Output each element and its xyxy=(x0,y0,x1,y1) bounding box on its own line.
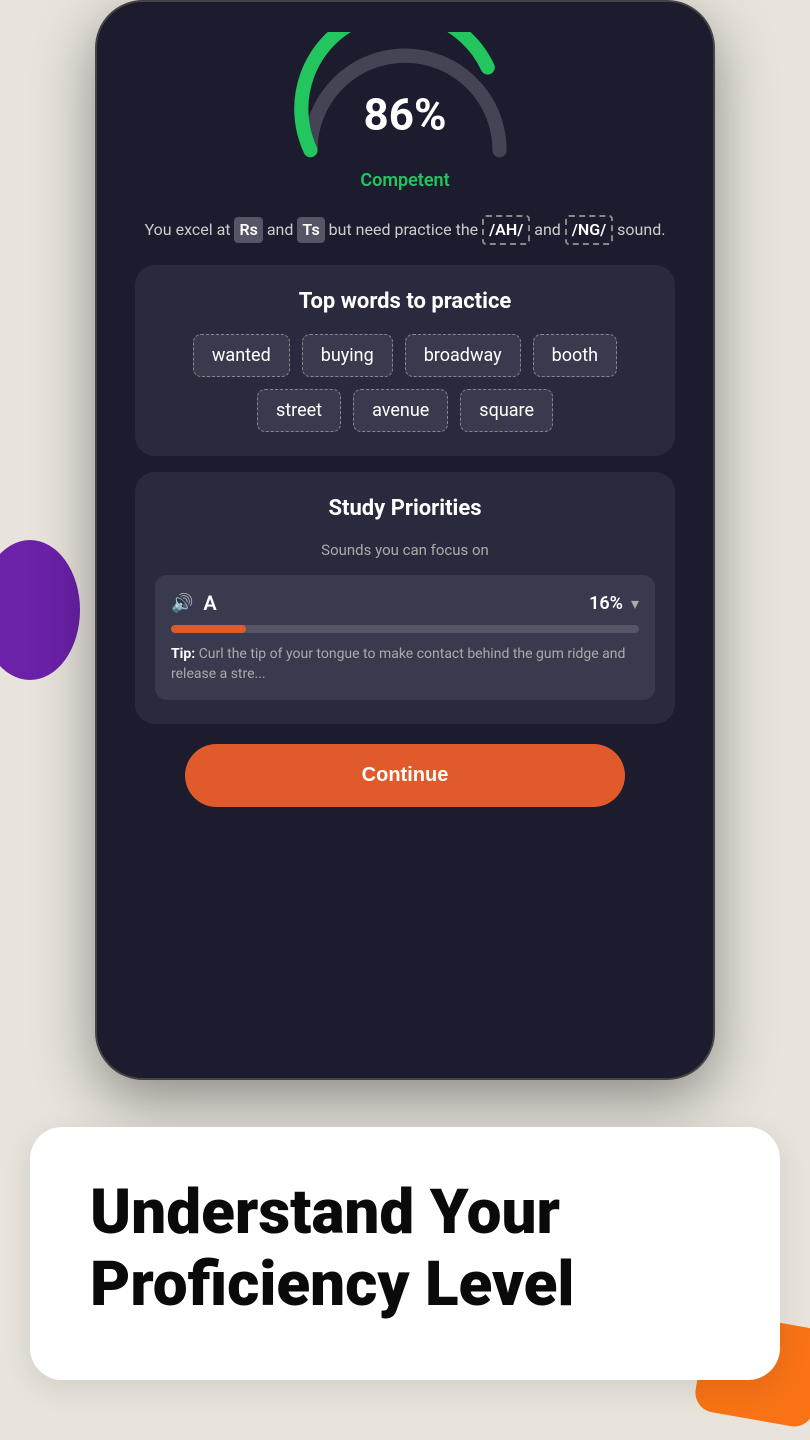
study-priorities-title: Study Priorities xyxy=(155,496,655,521)
priority-item: 🔊 A 16% ▾ Tip: Curl the tip of your t xyxy=(155,575,655,700)
gauge-symbol: % xyxy=(414,89,447,141)
priority-percent: 16% xyxy=(589,593,623,614)
continue-button[interactable]: Continue xyxy=(185,744,625,807)
speaker-icon[interactable]: 🔊 xyxy=(171,593,193,614)
bottom-card: Understand Your Proficiency Level xyxy=(30,1127,780,1380)
desc-but-need: but need practice the xyxy=(329,220,482,239)
word-chip-booth[interactable]: booth xyxy=(533,334,617,377)
side-button xyxy=(713,202,715,262)
priority-left: 🔊 A xyxy=(171,591,217,615)
word-chip-avenue[interactable]: avenue xyxy=(353,389,448,432)
study-priorities-card: Study Priorities Sounds you can focus on… xyxy=(135,472,675,724)
top-words-title: Top words to practice xyxy=(155,289,655,314)
tip-label: Tip: xyxy=(171,646,195,662)
word-chip-broadway[interactable]: broadway xyxy=(405,334,521,377)
gauge-section: 86% Competent xyxy=(117,32,693,191)
sound-ng: /NG/ xyxy=(565,215,613,245)
phone-frame: 86% Competent You excel at Rs and Ts but… xyxy=(95,0,715,1080)
description-text: You excel at Rs and Ts but need practice… xyxy=(145,215,666,245)
gauge-container: 86% xyxy=(285,32,525,162)
chevron-down-icon[interactable]: ▾ xyxy=(631,594,639,613)
desc-and1: and xyxy=(267,220,294,239)
priority-letter: A xyxy=(203,591,216,615)
highlight-rs: Rs xyxy=(234,217,262,243)
study-priorities-subtitle: Sounds you can focus on xyxy=(155,541,655,559)
progress-bar-background xyxy=(171,625,639,633)
top-words-card: Top words to practice wanted buying broa… xyxy=(135,265,675,456)
priority-header: 🔊 A 16% ▾ xyxy=(171,591,639,615)
desc-and2: and xyxy=(534,220,561,239)
desc-text-after: sound. xyxy=(617,220,665,239)
progress-bar-fill xyxy=(171,625,246,633)
sound-ah: /AH/ xyxy=(482,215,530,245)
gauge-percent: 86% xyxy=(363,93,446,137)
desc-text-before: You excel at xyxy=(145,220,231,239)
gauge-label: Competent xyxy=(360,170,449,191)
word-chip-wanted[interactable]: wanted xyxy=(193,334,290,377)
word-chip-street[interactable]: street xyxy=(257,389,341,432)
words-container: wanted buying broadway booth street aven… xyxy=(155,334,655,432)
tip-text: Tip: Curl the tip of your tongue to make… xyxy=(171,645,639,684)
gauge-text: 86% xyxy=(363,93,446,137)
highlight-ts: Ts xyxy=(297,217,324,243)
purple-decoration xyxy=(0,540,80,680)
tip-content: Curl the tip of your tongue to make cont… xyxy=(171,646,625,682)
bottom-card-title: Understand Your Proficiency Level xyxy=(90,1177,720,1320)
word-chip-square[interactable]: square xyxy=(460,389,553,432)
gauge-number: 86 xyxy=(363,89,414,141)
word-chip-buying[interactable]: buying xyxy=(302,334,393,377)
